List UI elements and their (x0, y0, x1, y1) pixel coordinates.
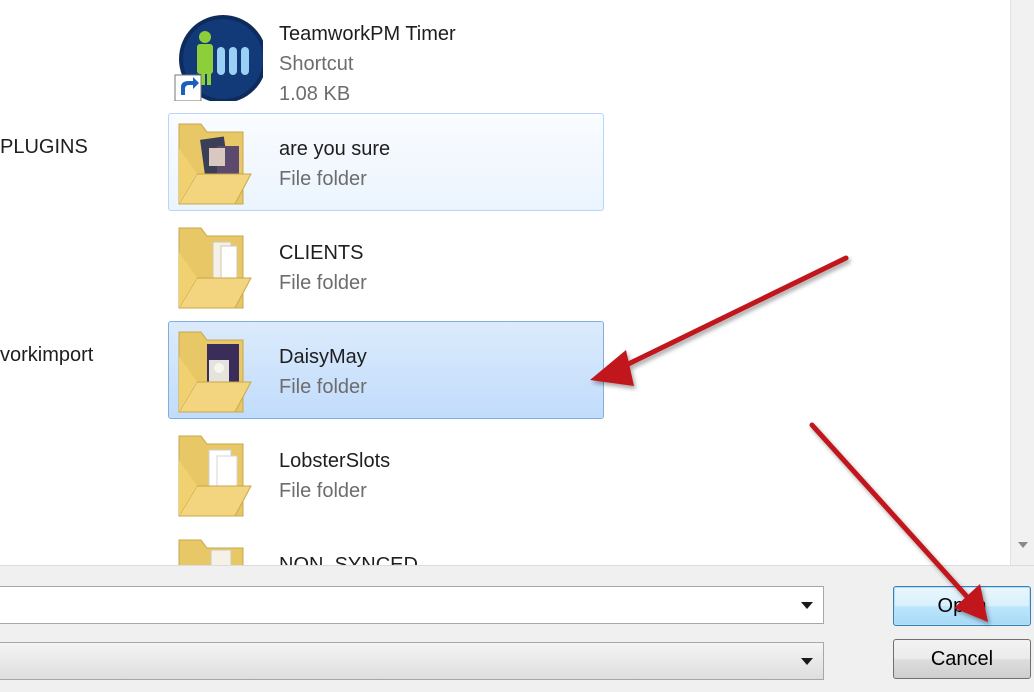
folder-icon (178, 123, 252, 205)
file-name: DaisyMay (279, 346, 367, 368)
teamworkpm-shortcut-icon (174, 15, 263, 101)
file-item-lobsterslots[interactable]: LobsterSlots File folder (168, 425, 604, 523)
chevron-down-icon[interactable] (801, 602, 813, 609)
file-item-non-synced[interactable]: NON_SYNCED (168, 529, 604, 565)
file-size: 1.08 KB (279, 83, 351, 105)
file-type: File folder (279, 272, 367, 294)
file-item-daisymay[interactable]: DaisyMay File folder (168, 321, 604, 419)
folder-icon (178, 331, 252, 413)
nav-item-workimport[interactable]: vorkimport (0, 344, 93, 367)
file-name: LobsterSlots (279, 450, 391, 472)
nav-item-plugins[interactable]: PLUGINS (0, 136, 88, 159)
file-type-select[interactable] (0, 642, 824, 680)
file-type: File folder (279, 376, 367, 398)
folder-icon (178, 227, 252, 309)
file-list: TeamworkPM Timer Shortcut 1.08 KB are yo… (160, 0, 1010, 565)
folder-icon (178, 539, 244, 565)
chevron-down-icon[interactable] (801, 658, 813, 665)
file-item-clients[interactable]: CLIENTS File folder (168, 217, 604, 315)
file-name: NON_SYNCED (279, 554, 418, 565)
file-name: CLIENTS (279, 242, 364, 264)
file-type: File folder (279, 480, 367, 502)
file-type: File folder (279, 168, 367, 190)
file-item-are-you-sure[interactable]: are you sure File folder (168, 113, 604, 211)
file-item-teamworkpm-timer[interactable]: TeamworkPM Timer Shortcut 1.08 KB (168, 6, 604, 105)
file-name: are you sure (279, 138, 391, 160)
file-name: TeamworkPM Timer (279, 23, 456, 45)
scroll-down-arrow-icon[interactable] (1018, 542, 1028, 548)
dialog-bottom-panel: Open Cancel (0, 565, 1034, 692)
open-button[interactable]: Open (893, 586, 1031, 626)
navigation-pane: PLUGINS vorkimport (0, 0, 160, 565)
vertical-scrollbar[interactable] (1010, 0, 1034, 565)
cancel-button[interactable]: Cancel (893, 639, 1031, 679)
folder-icon (178, 435, 252, 517)
file-name-combobox[interactable] (0, 586, 824, 624)
file-type: Shortcut (279, 53, 354, 75)
